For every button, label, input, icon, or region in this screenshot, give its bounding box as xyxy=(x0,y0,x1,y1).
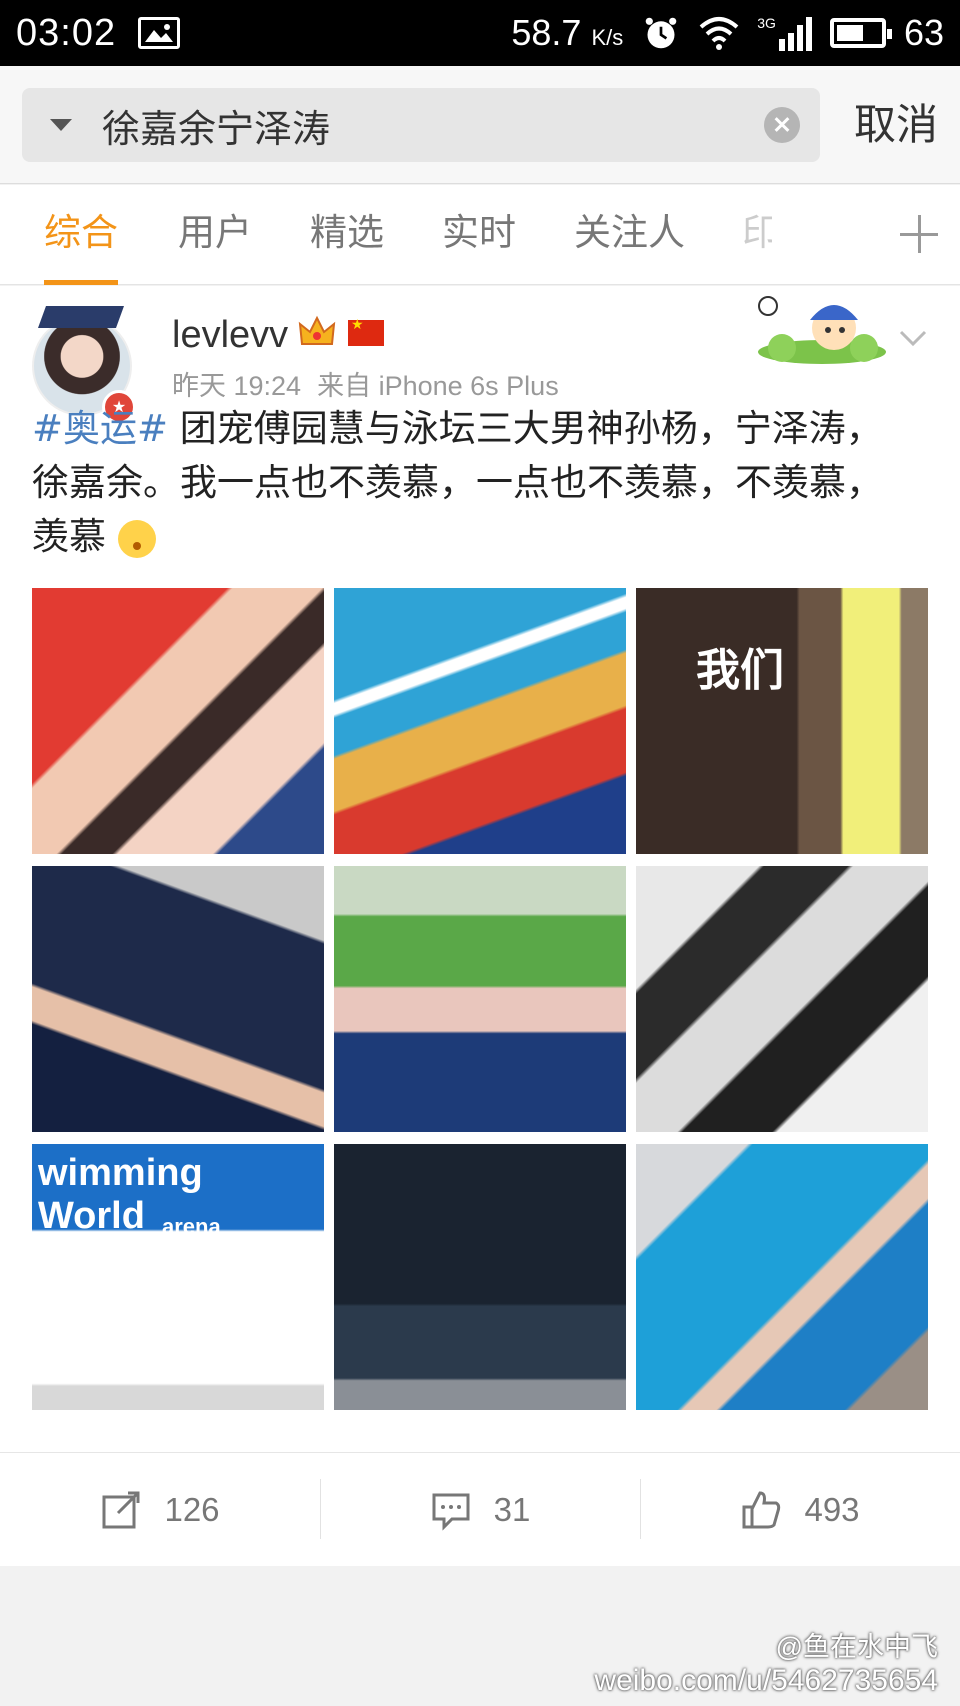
search-query-text[interactable]: 徐嘉余宁泽涛 xyxy=(102,98,330,153)
tab-users[interactable]: 用户 xyxy=(178,185,252,285)
photo-6[interactable] xyxy=(636,866,928,1132)
tab-selected[interactable]: 精选 xyxy=(310,185,384,285)
photo-7[interactable]: wimming World arena xyxy=(32,1144,324,1410)
clear-search-icon[interactable] xyxy=(764,107,800,143)
weibo-post-card: ★ levlevv 昨天 19:24来自 iPhone 6s Plus #奥运#… xyxy=(0,286,960,1566)
weibo-watermark: @鱼在水中飞 weibo.com/u/5462735654 xyxy=(594,1625,938,1698)
cartoon-sticker-icon xyxy=(758,296,886,364)
tab-following[interactable]: 关注人 xyxy=(574,185,685,285)
china-flag-icon xyxy=(348,317,384,346)
search-input[interactable]: 徐嘉余宁泽涛 xyxy=(22,88,820,162)
search-bar: 徐嘉余宁泽涛 取消 xyxy=(0,66,960,184)
photo-3-caption: 我们 xyxy=(696,646,784,695)
image-notification-icon xyxy=(138,17,181,49)
search-tabs: 综合 用户 精选 实时 关注人 印 xyxy=(0,185,960,285)
comment-button[interactable]: 31 xyxy=(320,1453,640,1566)
repost-count: 126 xyxy=(164,1490,220,1528)
drooling-emoji-icon xyxy=(117,519,156,558)
tab-more[interactable]: 印 xyxy=(742,185,772,285)
post-actions: 126 31 493 xyxy=(0,1452,960,1566)
search-type-dropdown-icon[interactable] xyxy=(50,119,72,131)
tab-realtime[interactable]: 实时 xyxy=(442,185,516,285)
cancel-button[interactable]: 取消 xyxy=(854,88,938,162)
photo-7-sponsor: arena xyxy=(162,1214,221,1239)
watermark-url: weibo.com/u/5462735654 xyxy=(594,1664,938,1697)
photo-5[interactable] xyxy=(334,866,626,1132)
photo-8[interactable] xyxy=(334,1144,626,1410)
like-button[interactable]: 493 xyxy=(640,1453,960,1566)
status-time: 03:02 xyxy=(16,11,117,54)
comment-count: 31 xyxy=(493,1490,531,1528)
tab-comprehensive[interactable]: 综合 xyxy=(44,185,118,285)
crown-icon xyxy=(298,315,336,345)
post-source: 来自 iPhone 6s Plus xyxy=(317,371,559,401)
wifi-icon xyxy=(699,17,739,50)
add-tab-icon[interactable] xyxy=(900,215,938,253)
battery-icon xyxy=(829,18,892,48)
signal-3g-icon: 3G xyxy=(757,15,812,51)
post-meta: 昨天 19:24 来自 iPhone 6s Plus xyxy=(172,364,559,403)
hashtag-link[interactable]: #奥运# xyxy=(32,407,168,450)
thumbs-up-icon xyxy=(742,1490,781,1528)
post-text: #奥运# 团宠傅园慧与泳坛三大男神孙杨，宁泽涛，徐嘉余。我一点也不羡慕，一点也不… xyxy=(32,402,912,564)
comment-icon xyxy=(432,1493,470,1531)
status-bar: 03:02 58.7 K/s 3G 63 xyxy=(0,0,960,66)
repost-button[interactable]: 126 xyxy=(0,1453,320,1566)
photo-3[interactable]: 我们 xyxy=(636,588,928,854)
post-username[interactable]: levlevv xyxy=(172,314,288,357)
photo-1[interactable] xyxy=(32,588,324,854)
photo-9[interactable] xyxy=(636,1144,928,1410)
repost-icon xyxy=(102,1491,140,1528)
like-count: 493 xyxy=(804,1490,860,1528)
photo-2[interactable] xyxy=(334,588,626,854)
photo-4[interactable] xyxy=(32,866,324,1132)
chevron-down-icon[interactable] xyxy=(898,322,928,352)
battery-percent: 63 xyxy=(903,12,944,53)
network-speed: 58.7 K/s xyxy=(511,12,624,53)
tab-active-indicator xyxy=(44,280,118,285)
post-timestamp: 昨天 19:24 xyxy=(172,371,302,401)
watermark-handle: @鱼在水中飞 xyxy=(775,1632,938,1662)
graduation-cap-icon xyxy=(37,306,125,328)
photo-grid: 我们 wimming World arena xyxy=(32,588,928,1410)
alarm-icon xyxy=(645,17,677,49)
